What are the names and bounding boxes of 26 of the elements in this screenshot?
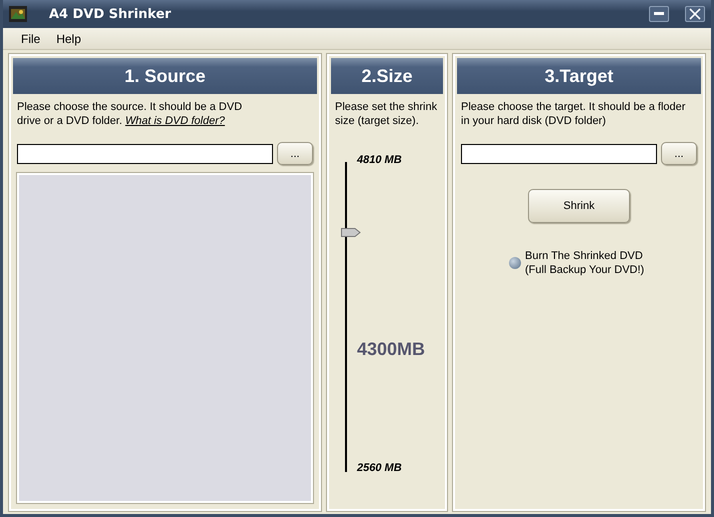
panel-heading: 2.Size — [331, 58, 443, 94]
min-size-label: 2560 MB — [357, 462, 403, 474]
minimize-icon — [654, 12, 664, 16]
menu-item[interactable]: Help — [56, 32, 82, 46]
panel-heading: 3.Target — [457, 58, 701, 94]
window-title: A4 DVD Shrinker — [49, 6, 172, 22]
source-instructions: Please choose the source. It should be a DVD drive or a DVD folder. What is DVD folder? — [17, 100, 244, 128]
app-icon — [9, 6, 27, 22]
slider-thumb[interactable] — [341, 228, 361, 238]
burn-toggle[interactable] — [509, 257, 521, 269]
shrink-button[interactable]: Shrink — [528, 189, 630, 223]
size-instructions: Please set the shrink size (target size). — [335, 100, 438, 128]
current-size-label: 4300MB — [357, 338, 426, 360]
target-instructions: Please choose the target. It should be a floder in your hard disk (DVD folder) — [461, 100, 686, 128]
target-path-field[interactable] — [461, 144, 657, 164]
menu-item[interactable]: File — [21, 32, 40, 46]
close-icon — [689, 8, 701, 20]
max-size-label: 4810 MB — [357, 154, 403, 166]
dvd-folder-link[interactable]: What is DVD folder? — [125, 115, 225, 127]
minimize-button[interactable] — [649, 6, 669, 22]
panel-heading: 1. Source — [13, 58, 317, 94]
browse-button[interactable]: ... — [277, 142, 313, 165]
browse-button[interactable]: ... — [661, 142, 697, 165]
close-button[interactable] — [685, 6, 705, 22]
source-path-field[interactable] — [17, 144, 273, 164]
burn-option-label: Burn The Shrinked DVD (Full Backup Your DVD!) — [525, 249, 646, 277]
